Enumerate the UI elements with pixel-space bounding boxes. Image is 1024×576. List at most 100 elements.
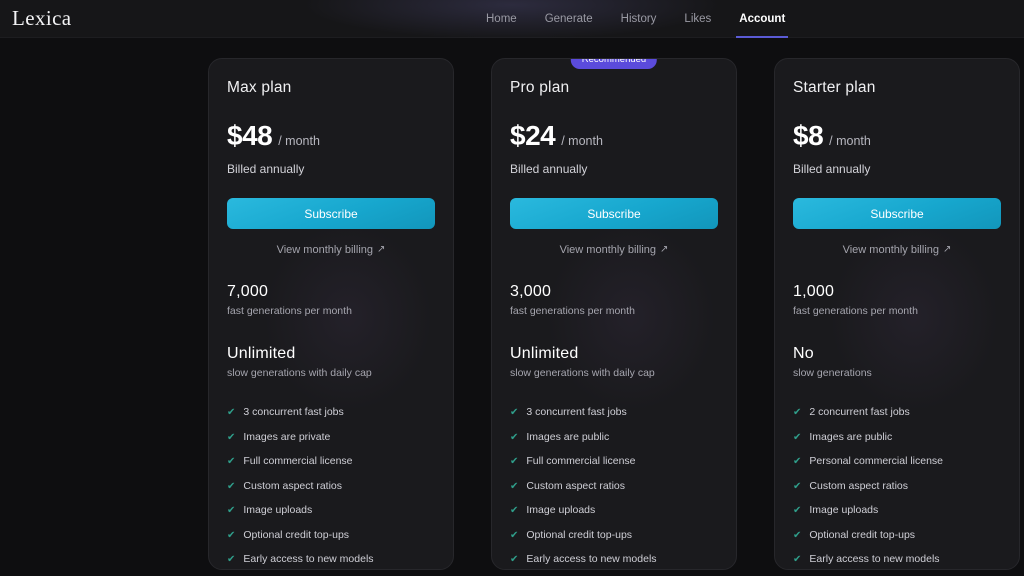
feature-label: 3 concurrent fast jobs xyxy=(526,406,627,418)
feature-label: Optional credit top-ups xyxy=(809,528,916,541)
list-item: ✔ Image uploads xyxy=(227,504,435,517)
nav-item-home[interactable]: Home xyxy=(486,0,517,38)
feature-label: Custom aspect ratios xyxy=(243,479,343,492)
plan-name: Starter plan xyxy=(793,79,876,96)
check-icon: ✔ xyxy=(510,554,519,565)
check-icon: ✔ xyxy=(793,505,802,516)
feature-label: Early access to new models xyxy=(243,553,374,565)
list-item: ✔ Images are private xyxy=(227,431,435,444)
feature-list: ✔ 3 concurrent fast jobs ✔ Images are priva… xyxy=(227,406,435,566)
app-header: Lexica Home Generate History Likes Account xyxy=(0,0,1024,40)
list-item: ✔ Full commercial license xyxy=(510,455,718,468)
feature-label: Image uploads xyxy=(243,504,313,516)
view-monthly-billing-link[interactable]: View monthly billing ↗ xyxy=(510,244,718,256)
list-item: ✔ 3 concurrent fast jobs xyxy=(510,406,718,419)
fast-generations-label: fast generations per month xyxy=(793,305,918,317)
check-icon: ✔ xyxy=(793,529,802,541)
feature-label: Images are public xyxy=(526,430,610,443)
list-item: ✔ Early access to new models xyxy=(227,553,435,566)
feature-label: Optional credit top-ups xyxy=(243,528,350,541)
pricing-card: Max plan $48 / month Billed annually Subscri… xyxy=(208,58,454,570)
check-icon: ✔ xyxy=(510,480,519,492)
list-item: ✔ 3 concurrent fast jobs xyxy=(227,406,435,419)
plan-price-period: / month xyxy=(829,134,871,148)
feature-label: 2 concurrent fast jobs xyxy=(809,406,910,418)
feature-label: Early access to new models xyxy=(809,553,940,565)
check-icon: ✔ xyxy=(227,554,236,565)
slow-generations-value: Unlimited xyxy=(510,345,579,362)
slow-generations-label: slow generations with daily cap xyxy=(510,367,655,379)
feature-label: Image uploads xyxy=(526,504,596,516)
nav-item-generate[interactable]: Generate xyxy=(545,0,593,38)
feature-label: Personal commercial license xyxy=(809,455,944,467)
fast-generations-label: fast generations per month xyxy=(227,305,352,317)
recommended-badge: Recommended xyxy=(570,59,658,69)
plan-price-period: / month xyxy=(561,134,603,148)
feature-label: Custom aspect ratios xyxy=(809,479,909,492)
check-icon: ✔ xyxy=(793,456,802,467)
check-icon: ✔ xyxy=(793,554,802,565)
list-item: ✔ Images are public xyxy=(510,431,718,444)
plan-price: $8 xyxy=(793,120,824,151)
plan-price: $48 xyxy=(227,120,273,151)
slow-generations-quota: No slow generations xyxy=(793,345,1001,379)
fast-generations-quota: 7,000 fast generations per month xyxy=(227,283,435,317)
billing-note: Billed annually xyxy=(510,162,588,176)
slow-generations-label: slow generations xyxy=(793,367,872,379)
nav-item-history[interactable]: History xyxy=(621,0,657,38)
check-icon: ✔ xyxy=(793,480,802,492)
slow-generations-value: No xyxy=(793,345,814,362)
feature-label: Images are private xyxy=(243,430,331,443)
view-monthly-billing-label: View monthly billing xyxy=(276,244,373,256)
lexica-logo[interactable]: Lexica xyxy=(12,6,72,31)
external-link-arrow-icon: ↗ xyxy=(377,244,386,255)
feature-label: Images are public xyxy=(809,430,893,443)
slow-generations-label: slow generations with daily cap xyxy=(227,367,372,379)
list-item: ✔ Image uploads xyxy=(793,504,1001,517)
feature-label: Optional credit top-ups xyxy=(526,528,633,541)
check-icon: ✔ xyxy=(793,407,802,418)
fast-generations-value: 7,000 xyxy=(227,283,269,300)
price-row: $24 / month xyxy=(510,120,718,152)
nav-item-likes[interactable]: Likes xyxy=(684,0,711,38)
list-item: ✔ Early access to new models xyxy=(793,553,1001,566)
fast-generations-quota: 3,000 fast generations per month xyxy=(510,283,718,317)
price-row: $8 / month xyxy=(793,120,1001,152)
list-item: ✔ 2 concurrent fast jobs xyxy=(793,406,1001,419)
pricing-cards-container: Max plan $48 / month Billed annually Subscri… xyxy=(208,58,1020,570)
nav-item-account[interactable]: Account xyxy=(736,0,789,38)
list-item: ✔ Image uploads xyxy=(510,504,718,517)
external-link-arrow-icon: ↗ xyxy=(943,244,952,255)
pricing-card: Starter plan $8 / month Billed annually Subs… xyxy=(774,58,1020,570)
subscribe-button[interactable]: Subscribe xyxy=(510,198,718,229)
list-item: ✔ Optional credit top-ups xyxy=(793,529,1001,542)
feature-label: 3 concurrent fast jobs xyxy=(243,406,344,418)
fast-generations-quota: 1,000 fast generations per month xyxy=(793,283,1001,317)
view-monthly-billing-link[interactable]: View monthly billing ↗ xyxy=(227,244,435,256)
subscribe-button[interactable]: Subscribe xyxy=(793,198,1001,229)
external-link-arrow-icon: ↗ xyxy=(660,244,669,255)
list-item: ✔ Early access to new models xyxy=(510,553,718,566)
list-item: ✔ Images are public xyxy=(793,431,1001,444)
billing-note: Billed annually xyxy=(227,162,305,176)
list-item: ✔ Optional credit top-ups xyxy=(227,529,435,542)
plan-price-period: / month xyxy=(278,134,320,148)
list-item: ✔ Custom aspect ratios xyxy=(510,480,718,493)
subscribe-button[interactable]: Subscribe xyxy=(227,198,435,229)
list-item: ✔ Optional credit top-ups xyxy=(510,529,718,542)
plan-price: $24 xyxy=(510,120,556,151)
check-icon: ✔ xyxy=(227,431,236,443)
check-icon: ✔ xyxy=(227,480,236,492)
check-icon: ✔ xyxy=(510,407,519,418)
view-monthly-billing-link[interactable]: View monthly billing ↗ xyxy=(793,244,1001,256)
check-icon: ✔ xyxy=(793,431,802,443)
billing-note: Billed annually xyxy=(793,162,871,176)
price-row: $48 / month xyxy=(227,120,435,152)
check-icon: ✔ xyxy=(227,505,236,516)
check-icon: ✔ xyxy=(227,456,236,467)
fast-generations-value: 1,000 xyxy=(793,283,835,300)
view-monthly-billing-label: View monthly billing xyxy=(559,244,656,256)
check-icon: ✔ xyxy=(510,505,519,516)
feature-list: ✔ 3 concurrent fast jobs ✔ Images are publi… xyxy=(510,406,718,566)
feature-list: ✔ 2 concurrent fast jobs ✔ Images are publi… xyxy=(793,406,1001,566)
